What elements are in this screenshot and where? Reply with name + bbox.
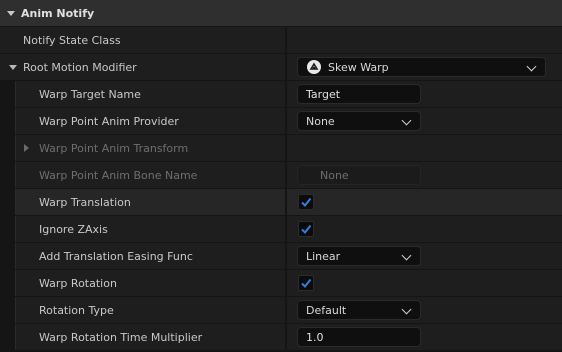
value-warp-point-anim-transform bbox=[287, 135, 562, 161]
chevron-down-icon bbox=[401, 250, 412, 261]
row-warp-target-name: Warp Target Name Target bbox=[0, 81, 562, 107]
row-warp-translation: Warp Translation bbox=[0, 189, 562, 215]
label-warp-point-anim-transform: Warp Point Anim Transform bbox=[39, 141, 189, 155]
warp-rotation-time-multiplier-input[interactable]: 1.0 bbox=[297, 327, 421, 347]
category-title: Anim Notify bbox=[21, 6, 95, 20]
label-warp-rotation: Warp Rotation bbox=[39, 276, 117, 290]
label-warp-translation: Warp Translation bbox=[39, 195, 131, 209]
label-warp-rotation-time-multiplier: Warp Rotation Time Multiplier bbox=[39, 330, 203, 344]
add-translation-easing-func-value: Linear bbox=[306, 249, 341, 263]
rotation-type-value: Default bbox=[306, 303, 347, 317]
row-notify-state-class: Notify State Class bbox=[0, 27, 562, 53]
row-rotation-type: Rotation Type Default bbox=[0, 297, 562, 323]
ignore-zaxis-checkbox[interactable] bbox=[298, 221, 314, 237]
row-root-motion-modifier: Root Motion Modifier Skew Warp bbox=[0, 54, 562, 80]
root-motion-modifier-value: Skew Warp bbox=[328, 60, 389, 74]
chevron-down-icon bbox=[526, 61, 537, 72]
warp-translation-checkbox[interactable] bbox=[298, 194, 314, 210]
chevron-down-icon bbox=[401, 304, 412, 315]
row-warp-point-anim-transform: Warp Point Anim Transform bbox=[0, 135, 562, 161]
root-motion-modifier-dropdown[interactable]: Skew Warp bbox=[297, 57, 546, 77]
checkmark-icon bbox=[301, 278, 312, 289]
warp-point-anim-bone-name-input: None bbox=[297, 165, 421, 185]
label-warp-point-anim-bone-name: Warp Point Anim Bone Name bbox=[39, 168, 198, 182]
row-ignore-zaxis: Ignore ZAxis bbox=[0, 216, 562, 242]
row-warp-rotation: Warp Rotation bbox=[0, 270, 562, 296]
rotation-type-dropdown[interactable]: Default bbox=[297, 300, 421, 320]
warp-point-anim-provider-value: None bbox=[306, 114, 335, 128]
label-root-motion-modifier: Root Motion Modifier bbox=[23, 60, 137, 74]
label-add-translation-easing-func: Add Translation Easing Func bbox=[39, 249, 193, 263]
details-panel: Anim Notify Notify State Class Root Moti… bbox=[0, 0, 562, 352]
value-notify-state-class bbox=[287, 27, 562, 53]
add-translation-easing-func-dropdown[interactable]: Linear bbox=[297, 246, 421, 266]
expand-arrow-icon[interactable] bbox=[9, 64, 17, 70]
collapse-arrow-icon[interactable] bbox=[7, 10, 15, 16]
warp-target-name-input[interactable]: Target bbox=[297, 84, 421, 104]
label-rotation-type: Rotation Type bbox=[39, 303, 114, 317]
row-add-translation-easing-func: Add Translation Easing Func Linear bbox=[0, 243, 562, 269]
checkmark-icon bbox=[301, 224, 312, 235]
category-anim-notify[interactable]: Anim Notify bbox=[0, 0, 562, 26]
skew-warp-icon bbox=[307, 60, 321, 74]
warp-point-anim-provider-dropdown[interactable]: None bbox=[297, 111, 421, 131]
label-notify-state-class: Notify State Class bbox=[23, 33, 121, 47]
row-warp-point-anim-provider: Warp Point Anim Provider None bbox=[0, 108, 562, 134]
checkmark-icon bbox=[301, 197, 312, 208]
expand-arrow-icon[interactable] bbox=[24, 144, 29, 152]
label-warp-point-anim-provider: Warp Point Anim Provider bbox=[39, 114, 179, 128]
warp-rotation-checkbox[interactable] bbox=[298, 275, 314, 291]
chevron-down-icon bbox=[401, 115, 412, 126]
row-warp-point-anim-bone-name: Warp Point Anim Bone Name None bbox=[0, 162, 562, 188]
label-warp-target-name: Warp Target Name bbox=[39, 87, 141, 101]
label-ignore-zaxis: Ignore ZAxis bbox=[39, 222, 108, 236]
row-warp-rotation-time-multiplier: Warp Rotation Time Multiplier 1.0 bbox=[0, 324, 562, 350]
